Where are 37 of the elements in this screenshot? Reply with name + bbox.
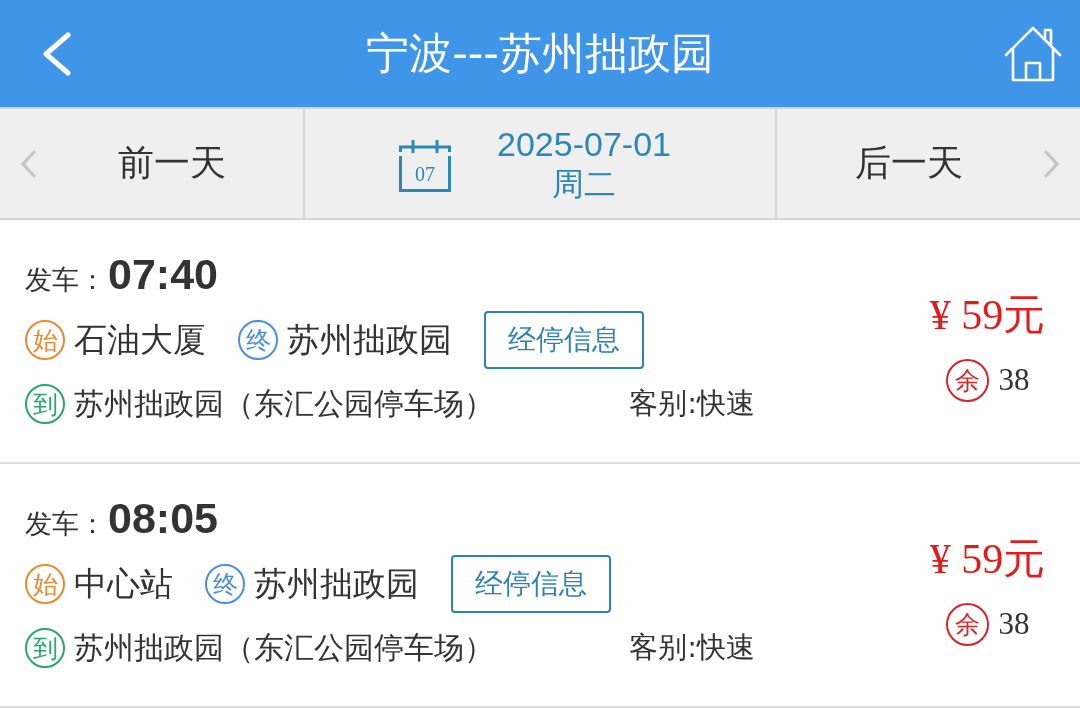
- chevron-right-icon: [1042, 148, 1060, 179]
- stops-info-button[interactable]: 经停信息: [484, 311, 644, 369]
- chevron-left-icon: [20, 148, 38, 179]
- station-name: 苏州拙政园: [254, 562, 419, 605]
- bus-category: 客别:快速: [629, 385, 755, 422]
- seats-badge: 余: [945, 602, 989, 646]
- departure-label: 发车：: [25, 507, 106, 541]
- stops-info-button[interactable]: 经停信息: [451, 555, 611, 613]
- seats-left: 38: [998, 362, 1030, 398]
- back-button[interactable]: [40, 31, 74, 76]
- station-name: 苏州拙政园: [287, 318, 452, 361]
- back-icon: [40, 31, 74, 76]
- ticket-price: ¥ 59元: [929, 535, 1046, 584]
- terminal-badge: 终: [205, 564, 245, 604]
- terminal-badge: 终: [238, 320, 278, 360]
- departure-time: 08:05: [108, 494, 218, 543]
- arrival-badge: 到: [25, 628, 65, 668]
- arrival-station: 苏州拙政园（东汇公园停车场）: [74, 384, 494, 423]
- page-title: 宁波---苏州拙政园: [366, 26, 714, 80]
- origin-badge: 始: [25, 320, 65, 360]
- calendar-day: 07: [415, 163, 436, 184]
- trip-card[interactable]: 发车：08:05 始 中心站 终 苏州拙政园 经停信息 到 苏州拙政园（东汇公园停车场） 客别:快速 ¥ 59元 余 38: [0, 464, 1080, 708]
- bus-category: 客别:快速: [629, 629, 755, 666]
- seats-left: 38: [998, 606, 1030, 642]
- arrival-station: 苏州拙政园（东汇公园停车场）: [74, 628, 494, 667]
- trip-card[interactable]: 发车：07:40 始 石油大厦 终 苏州拙政园 经停信息 到 苏州拙政园（东汇公园停车场） 客别:快速 ¥ 59元 余 38: [0, 220, 1080, 464]
- arrival-badge: 到: [25, 384, 65, 424]
- station-name: 中心站: [74, 562, 173, 605]
- home-icon: [1004, 24, 1062, 83]
- station-name: 石油大厦: [74, 318, 206, 361]
- origin-badge: 始: [25, 564, 65, 604]
- departure-label: 发车：: [25, 263, 106, 297]
- home-button[interactable]: [1004, 24, 1062, 83]
- seats-badge: 余: [945, 358, 989, 402]
- ticket-price: ¥ 59元: [929, 291, 1046, 340]
- departure-time: 07:40: [108, 250, 218, 299]
- weekday-label: 周二: [552, 163, 616, 204]
